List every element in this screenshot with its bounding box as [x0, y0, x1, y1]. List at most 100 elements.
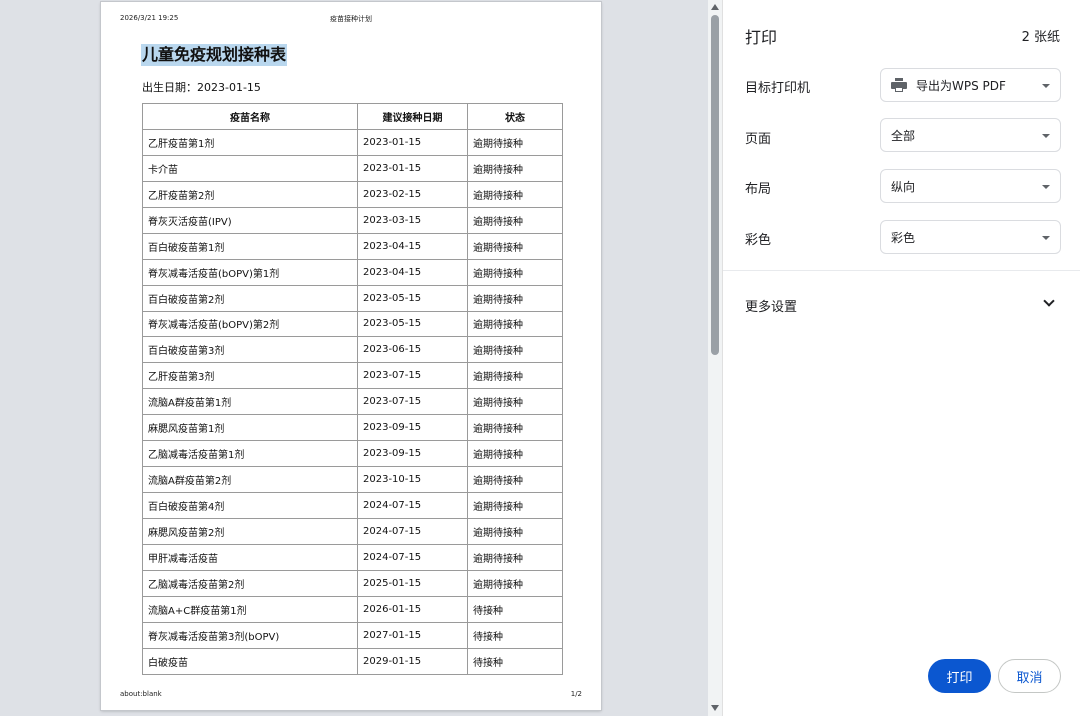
table-header-row: 疫苗名称 建议接种日期 状态 [142, 103, 563, 130]
destination-printer-label: 目标打印机 [745, 81, 811, 96]
preview-page: 2026/3/21 19:25 疫苗接种计划 儿童免疫规划接种表 出生日期：20… [101, 2, 601, 710]
printer-icon [891, 78, 907, 92]
print-preview-area: 2026/3/21 19:25 疫苗接种计划 儿童免疫规划接种表 出生日期：20… [0, 0, 708, 716]
cell-vaccine-name: 脊灰灭活疫苗(IPV) [142, 206, 358, 234]
cell-vaccine-name: 流脑A+C群疫苗第1剂 [142, 595, 358, 623]
destination-printer-select[interactable]: 导出为WPS PDF [880, 68, 1061, 102]
table-row: 流脑A群疫苗第2剂 2023-10-15 逾期待接种 [142, 466, 563, 494]
table-row: 流脑A+C群疫苗第1剂 2026-01-15 待接种 [142, 595, 563, 623]
dropdown-caret-icon [1042, 84, 1050, 88]
page-header-title: 疫苗接种计划 [330, 15, 372, 23]
table-row: 百白破疫苗第3剂 2023-06-15 逾期待接种 [142, 336, 563, 364]
cell-status: 逾期待接种 [467, 543, 563, 571]
column-header-vaccine: 疫苗名称 [142, 103, 358, 130]
vaccine-schedule-table: 疫苗名称 建议接种日期 状态 乙肝疫苗第1剂 2023-01-15 逾期待接种 卡介苗… [142, 103, 563, 675]
cell-date: 2023-05-15 [357, 310, 468, 338]
cell-date: 2023-05-15 [357, 284, 468, 312]
dropdown-caret-icon [1042, 134, 1050, 138]
settings-divider [723, 270, 1080, 271]
table-row: 乙肝疫苗第3剂 2023-07-15 逾期待接种 [142, 362, 563, 390]
layout-value: 纵向 [891, 179, 916, 194]
cell-status: 逾期待接种 [467, 414, 563, 442]
cell-status: 逾期待接种 [467, 362, 563, 390]
cell-vaccine-name: 百白破疫苗第1剂 [142, 232, 358, 260]
table-body: 乙肝疫苗第1剂 2023-01-15 逾期待接种 卡介苗 2023-01-15 逾期待接种… [142, 128, 563, 675]
cell-date: 2023-10-15 [357, 466, 468, 494]
cell-status: 逾期待接种 [467, 284, 563, 312]
color-label: 彩色 [745, 233, 772, 248]
table-row: 甲肝减毒活疫苗 2024-07-15 逾期待接种 [142, 543, 563, 571]
cell-date: 2023-01-15 [357, 154, 468, 182]
column-header-status: 状态 [467, 103, 563, 130]
cell-status: 待接种 [467, 621, 563, 649]
table-row: 白破疫苗 2029-01-15 待接种 [142, 647, 563, 675]
cell-date: 2026-01-15 [357, 595, 468, 623]
cell-vaccine-name: 乙肝疫苗第3剂 [142, 362, 358, 390]
table-row: 脊灰减毒活疫苗(bOPV)第1剂 2023-04-15 逾期待接种 [142, 258, 563, 286]
cell-vaccine-name: 百白破疫苗第2剂 [142, 284, 358, 312]
table-row: 乙肝疫苗第2剂 2023-02-15 逾期待接种 [142, 180, 563, 208]
cell-status: 逾期待接种 [467, 466, 563, 494]
more-settings-toggle[interactable]: 更多设置 [723, 286, 1080, 322]
cell-date: 2023-04-15 [357, 258, 468, 286]
color-select[interactable]: 彩色 [880, 220, 1061, 254]
table-row: 乙脑减毒活疫苗第1剂 2023-09-15 逾期待接种 [142, 440, 563, 468]
sheet-count: 2 张纸 [1021, 30, 1060, 45]
scroll-up-arrow-icon[interactable] [711, 4, 719, 10]
scroll-down-arrow-icon[interactable] [711, 705, 719, 711]
cell-date: 2029-01-15 [357, 647, 468, 675]
scrollbar-thumb[interactable] [711, 15, 719, 355]
preview-scrollbar[interactable] [708, 0, 722, 716]
dropdown-caret-icon [1042, 185, 1050, 189]
column-header-date: 建议接种日期 [357, 103, 468, 130]
destination-printer-value: 导出为WPS PDF [916, 78, 1006, 93]
cell-status: 逾期待接种 [467, 336, 563, 364]
cell-vaccine-name: 乙脑减毒活疫苗第2剂 [142, 569, 358, 597]
cell-status: 逾期待接种 [467, 206, 563, 234]
cell-vaccine-name: 麻腮风疫苗第2剂 [142, 518, 358, 545]
pages-value: 全部 [891, 128, 916, 143]
cell-status: 逾期待接种 [467, 154, 563, 182]
table-row: 流脑A群疫苗第1剂 2023-07-15 逾期待接种 [142, 388, 563, 416]
cell-date: 2025-01-15 [357, 569, 468, 597]
table-row: 百白破疫苗第2剂 2023-05-15 逾期待接种 [142, 284, 563, 312]
table-row: 脊灰减毒活疫苗(bOPV)第2剂 2023-05-15 逾期待接种 [142, 310, 563, 338]
table-row: 百白破疫苗第4剂 2024-07-15 逾期待接种 [142, 492, 563, 519]
cell-status: 逾期待接种 [467, 128, 563, 156]
pages-select[interactable]: 全部 [880, 118, 1061, 152]
cell-date: 2023-09-15 [357, 414, 468, 442]
table-row: 麻腮风疫苗第1剂 2023-09-15 逾期待接种 [142, 414, 563, 442]
cell-vaccine-name: 脊灰减毒活疫苗(bOPV)第2剂 [142, 310, 358, 338]
document-title: 儿童免疫规划接种表 [141, 44, 288, 66]
layout-select[interactable]: 纵向 [880, 169, 1061, 203]
cell-status: 逾期待接种 [467, 258, 563, 286]
table-row: 麻腮风疫苗第2剂 2024-07-15 逾期待接种 [142, 518, 563, 545]
chevron-down-icon [1043, 295, 1055, 307]
cell-date: 2023-07-15 [357, 388, 468, 416]
cell-date: 2024-07-15 [357, 518, 468, 545]
table-row: 乙脑减毒活疫苗第2剂 2025-01-15 逾期待接种 [142, 569, 563, 597]
cell-date: 2023-09-15 [357, 440, 468, 468]
cell-status: 逾期待接种 [467, 518, 563, 545]
cell-status: 逾期待接种 [467, 232, 563, 260]
cell-vaccine-name: 乙肝疫苗第2剂 [142, 180, 358, 208]
cell-vaccine-name: 乙肝疫苗第1剂 [142, 128, 358, 156]
cell-date: 2023-03-15 [357, 206, 468, 234]
layout-label: 布局 [745, 182, 772, 197]
dropdown-caret-icon [1042, 236, 1050, 240]
table-row: 百白破疫苗第1剂 2023-04-15 逾期待接种 [142, 232, 563, 260]
cell-vaccine-name: 百白破疫苗第4剂 [142, 492, 358, 519]
cancel-button[interactable]: 取消 [998, 659, 1061, 693]
print-button[interactable]: 打印 [928, 659, 991, 693]
cell-date: 2027-01-15 [357, 621, 468, 649]
cell-date: 2023-02-15 [357, 180, 468, 208]
cell-vaccine-name: 脊灰减毒活疫苗第3剂(bOPV) [142, 621, 358, 649]
table-row: 脊灰减毒活疫苗第3剂(bOPV) 2027-01-15 待接种 [142, 621, 563, 649]
birth-date-label: 出生日期： [142, 81, 197, 94]
cell-vaccine-name: 白破疫苗 [142, 647, 358, 675]
cell-date: 2024-07-15 [357, 492, 468, 519]
cell-date: 2023-07-15 [357, 362, 468, 390]
cell-date: 2023-06-15 [357, 336, 468, 364]
table-row: 卡介苗 2023-01-15 逾期待接种 [142, 154, 563, 182]
color-value: 彩色 [891, 230, 916, 245]
